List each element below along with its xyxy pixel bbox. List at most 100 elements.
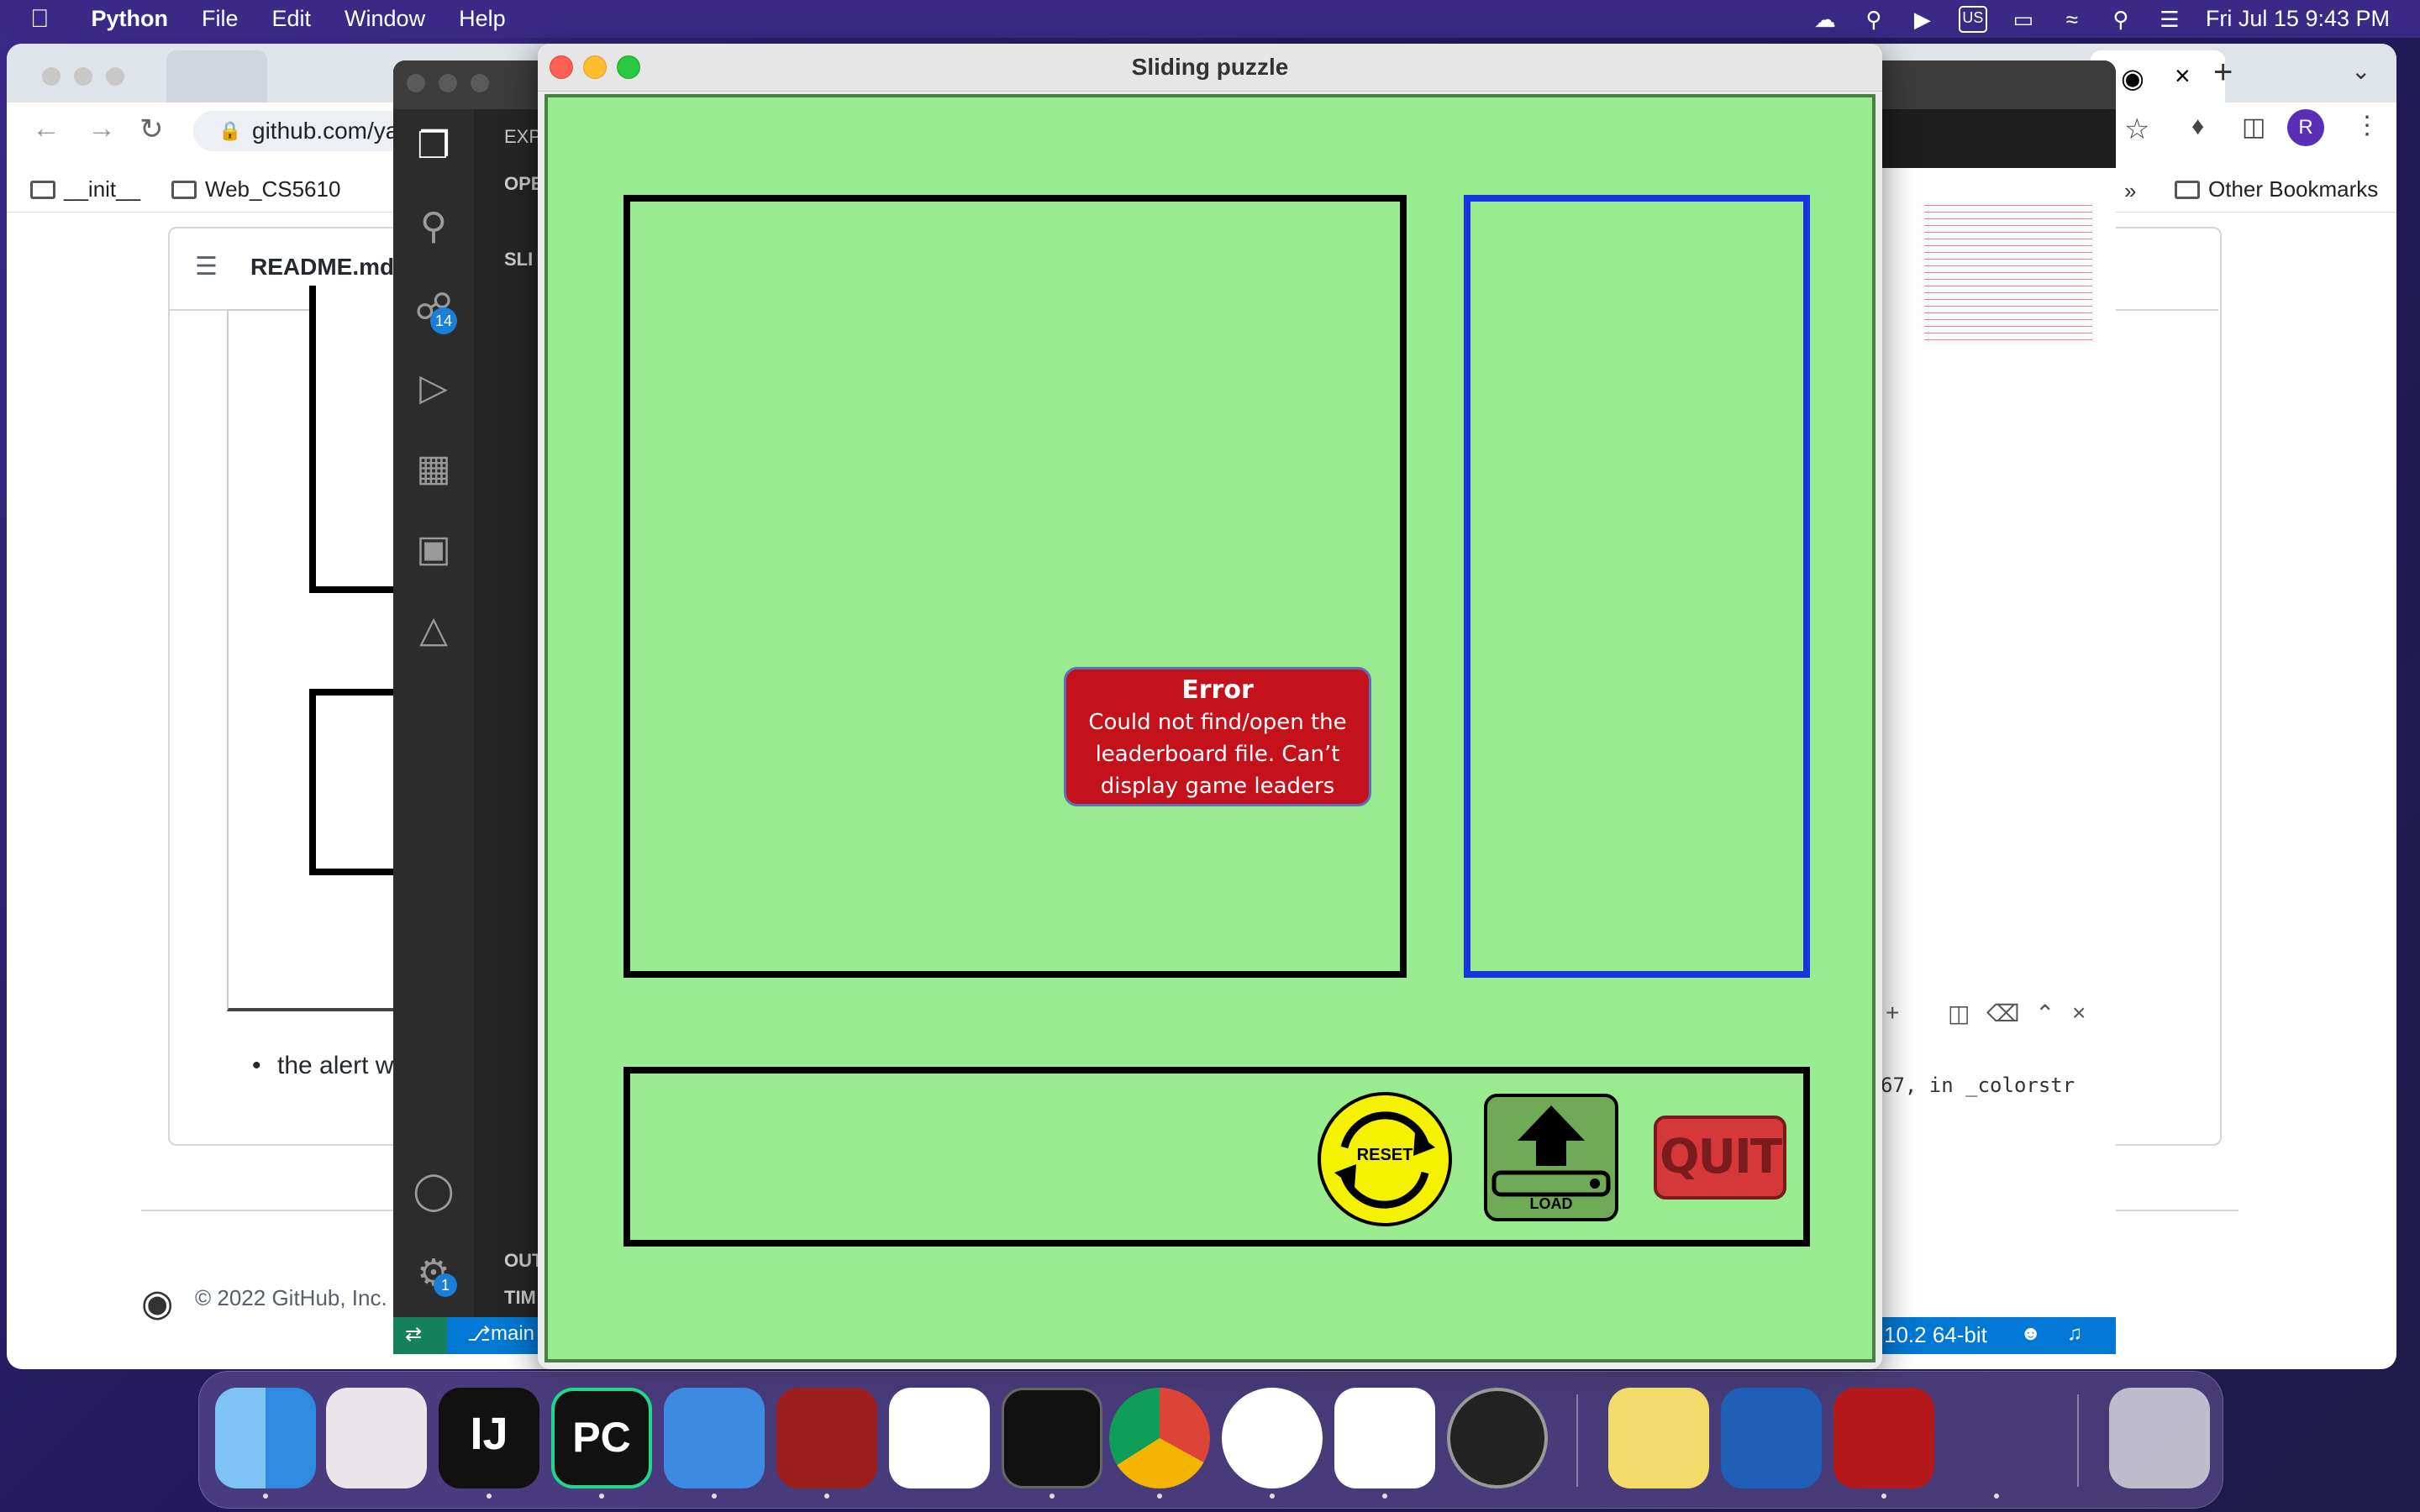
other-bookmarks[interactable]: Other Bookmarks [2175, 176, 2378, 202]
address-bar[interactable]: 🔒 github.com/ya [193, 111, 412, 151]
bookmark-init[interactable]: __init__ [30, 176, 140, 202]
browser-zoom-button[interactable] [106, 67, 124, 86]
trash-icon[interactable] [2109, 1388, 2210, 1488]
load-button[interactable]: LOAD [1484, 1094, 1618, 1221]
remote-explorer-icon[interactable]: ▣ [412, 528, 455, 571]
chrome-menu-icon[interactable]: ⋮ [2354, 111, 2380, 140]
remote-icon: ⇄ [405, 1323, 423, 1346]
terminal-icon[interactable] [1002, 1388, 1102, 1488]
browser-tab[interactable] [166, 50, 267, 102]
evernote-icon[interactable] [1222, 1388, 1323, 1488]
clock[interactable]: Fri Jul 15 9:43 PM [2206, 6, 2390, 32]
notifications-bell-icon[interactable]: ♫ [2067, 1322, 2082, 1346]
leaderboard-error-popup: Error Could not find/open the leaderboar… [1064, 667, 1371, 806]
clock-icon[interactable] [1447, 1388, 1548, 1488]
bookmark-label: Other Bookmarks [2208, 176, 2379, 202]
explorer-icon[interactable]: ❐ [412, 124, 455, 168]
status-app-icon[interactable]: ☁ [1812, 8, 1838, 31]
trash-icon[interactable]: ⌫ [1986, 1000, 2020, 1027]
battery-icon[interactable]: ▭ [2011, 8, 2036, 31]
acrobat-icon[interactable] [1833, 1388, 1934, 1488]
account-icon[interactable]: ◯ [412, 1169, 455, 1213]
menu-window[interactable]: Window [345, 6, 425, 32]
dock-running-indicator [1050, 1494, 1055, 1499]
github-logo-icon[interactable]: ◉ [141, 1282, 173, 1325]
menu-file[interactable]: File [202, 6, 239, 32]
menu-edit[interactable]: Edit [272, 6, 312, 32]
control-center-icon[interactable]: ☰ [2157, 8, 2182, 31]
search-magnifier-icon[interactable]: ⚲ [1861, 8, 1886, 31]
dictionary-app-icon[interactable] [776, 1388, 877, 1488]
new-tab-button[interactable]: + [2213, 54, 2233, 92]
spotlight-search-icon[interactable]: ⚲ [2108, 8, 2133, 31]
bookmarks-overflow-icon[interactable]: » [2124, 178, 2136, 204]
profile-avatar[interactable]: R [2287, 109, 2324, 146]
github-icon: ◉ [2121, 63, 2144, 93]
wifi-icon[interactable]: ≈ [2060, 8, 2085, 31]
dictionary-icon[interactable] [664, 1388, 765, 1488]
vscode-minimize-button[interactable] [439, 74, 457, 92]
launchpad-icon[interactable] [326, 1388, 427, 1488]
forward-arrow-icon[interactable]: → [87, 113, 116, 145]
run-debug-icon[interactable]: ▷ [412, 366, 455, 410]
tab-search-chevron-icon[interactable]: ⌄ [2351, 57, 2370, 85]
load-label: LOAD [1529, 1195, 1573, 1212]
dock-running-indicator [1994, 1494, 1999, 1499]
browser-minimize-button[interactable] [74, 67, 92, 86]
folder-icon [30, 180, 55, 199]
puzzle-board[interactable] [623, 195, 1407, 978]
reminders-icon[interactable] [889, 1388, 990, 1488]
testing-flask-icon[interactable]: △ [412, 608, 455, 652]
apple-menu-icon[interactable]:  [30, 5, 50, 34]
terminal-output: 67, in _colorstr [1881, 1074, 2075, 1097]
extensions-icon[interactable]: ♦ [2191, 113, 2204, 141]
vscode-close-button[interactable] [407, 74, 425, 92]
folder-icon [2175, 180, 2200, 199]
extensions-icon[interactable]: ▦ [412, 447, 455, 491]
pycharm-icon[interactable]: PC [551, 1388, 652, 1488]
reload-icon[interactable]: ↻ [139, 113, 164, 146]
quit-button[interactable]: QUIT [1654, 1116, 1786, 1200]
puzzle-window-title: Sliding puzzle [1131, 54, 1289, 80]
play-icon[interactable]: ▶ [1910, 8, 1935, 31]
input-source-icon[interactable]: US [1958, 5, 1987, 33]
python-interpreter[interactable]: 10.2 64-bit [1884, 1322, 1987, 1348]
maximize-panel-icon[interactable]: ⌃ [2035, 1000, 2054, 1027]
dock-running-indicator [599, 1494, 604, 1499]
app-menu[interactable]: Python [92, 6, 169, 32]
workspace-section[interactable]: SLI [504, 249, 533, 270]
python-launcher-icon[interactable] [1946, 1388, 2047, 1488]
close-tab-icon[interactable]: × [2175, 60, 2191, 92]
bullet-dot: • [252, 1052, 261, 1079]
list-icon[interactable]: ☰ [195, 252, 218, 281]
readme-title[interactable]: README.md [250, 254, 394, 281]
timeline-section[interactable]: TIM [504, 1287, 536, 1309]
vscode-zoom-button[interactable] [471, 74, 489, 92]
new-terminal-icon[interactable]: + [1886, 1000, 1899, 1026]
reset-button[interactable]: RESET [1318, 1092, 1452, 1226]
chrome-icon[interactable] [1109, 1388, 1210, 1488]
sidepanel-icon[interactable]: ◫ [2242, 113, 2265, 142]
bookmark-label: __init__ [64, 176, 141, 202]
folder-icon [171, 180, 197, 199]
back-arrow-icon[interactable]: ← [32, 113, 60, 145]
error-title: Error [1181, 675, 1254, 705]
git-branch-label[interactable]: main [491, 1322, 534, 1346]
lock-icon: 🔒 [218, 120, 242, 141]
finder-icon[interactable] [215, 1388, 316, 1488]
feedback-icon[interactable]: ☻ [2020, 1322, 2041, 1346]
dock-running-indicator [1270, 1494, 1275, 1499]
intellij-icon[interactable]: IJ [439, 1388, 539, 1488]
word-icon[interactable] [1721, 1388, 1822, 1488]
split-terminal-icon[interactable]: ◫ [1948, 1000, 1970, 1027]
close-panel-icon[interactable]: × [2072, 1000, 2086, 1026]
bookmark-star-icon[interactable]: ☆ [2124, 113, 2149, 146]
bookmark-web-cs5610[interactable]: Web_CS5610 [171, 176, 340, 202]
error-message: Could not find/open the leaderboard file… [1088, 710, 1347, 799]
menu-help[interactable]: Help [459, 6, 506, 32]
browser-close-button[interactable] [42, 67, 60, 86]
stickies-icon[interactable] [1608, 1388, 1709, 1488]
search-icon[interactable]: ⚲ [412, 205, 455, 249]
editor-minimap[interactable] [1924, 202, 2092, 344]
vscode-icon[interactable] [1334, 1388, 1435, 1488]
